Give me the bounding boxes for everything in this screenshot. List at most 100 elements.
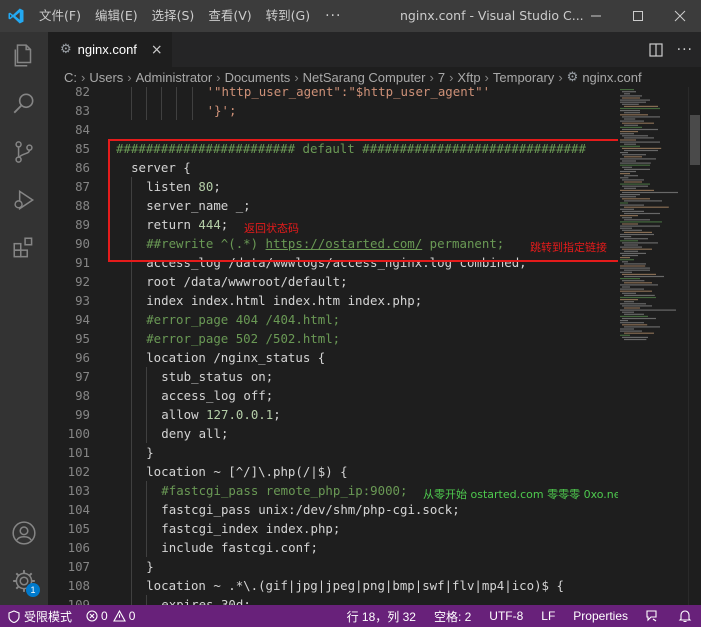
gear-file-icon: ⚙ (60, 42, 72, 57)
indent-guide (131, 557, 133, 576)
warning-icon (112, 610, 126, 622)
code-line[interactable]: 93 index index.html index.htm index.php; (48, 291, 618, 310)
activity-bar: 1 (0, 32, 48, 605)
indentation[interactable]: 空格: 2 (425, 605, 480, 627)
code-line[interactable]: 98 access_log off; (48, 386, 618, 405)
source-control-button[interactable] (0, 128, 48, 176)
code-line[interactable]: 92 root /data/wwwroot/default; (48, 272, 618, 291)
maximize-button[interactable] (617, 0, 659, 32)
indent-guide (131, 386, 133, 405)
breadcrumb-item[interactable]: 7 (438, 70, 445, 85)
minimap-line (624, 181, 642, 183)
breadcrumb-item[interactable]: C: (64, 70, 77, 85)
minimap[interactable] (618, 87, 688, 605)
manage-button[interactable]: 1 (0, 557, 48, 605)
code-line[interactable]: 96 location /nginx_status { (48, 348, 618, 367)
code-line[interactable]: 97 stub_status on; (48, 367, 618, 386)
breadcrumb-item[interactable]: Administrator (136, 70, 213, 85)
breadcrumb-item[interactable]: NetSarang Computer (303, 70, 426, 85)
code-line[interactable]: 83 '}'; (48, 101, 618, 120)
indent-guide (146, 101, 148, 120)
minimap-line (620, 177, 629, 179)
gear-file-icon: ⚙ (566, 69, 579, 84)
language-mode[interactable]: Properties (564, 605, 637, 627)
minimap-line (620, 328, 634, 330)
line-number: 102 (67, 464, 90, 479)
code-token: #fastcgi_pass remote_php_ip:9000; (161, 483, 408, 498)
code-line[interactable]: 82 '"http_user_agent":"$http_user_agent"' (48, 87, 618, 101)
minimap-line (622, 286, 630, 288)
end-of-line[interactable]: LF (532, 605, 564, 627)
minimap-line (624, 275, 664, 278)
code-text: } (146, 443, 153, 462)
code-line[interactable]: 108 location ~ .*\.(gif|jpg|jpeg|png|bmp|… (48, 576, 618, 595)
code-line[interactable]: 102 location ~ [^/]\.php(/|$) { (48, 462, 618, 481)
menu-go[interactable]: 转到(G) (259, 0, 317, 32)
minimap-line (622, 217, 632, 219)
indent-guide (146, 386, 148, 405)
run-debug-button[interactable] (0, 176, 48, 224)
indent-guide (131, 481, 133, 500)
menu-selection[interactable]: 选择(S) (145, 0, 202, 32)
restricted-mode-indicator[interactable]: 受限模式 (0, 605, 81, 627)
minimap-line (622, 292, 636, 294)
scrollbar-thumb[interactable] (690, 115, 700, 165)
tab-nginx-conf[interactable]: ⚙ nginx.conf × (48, 32, 172, 67)
minimap-line (622, 185, 648, 187)
code-text: include fastcgi.conf; (161, 538, 318, 557)
code-line[interactable]: 101} (48, 443, 618, 462)
menu-more-button[interactable]: ··· (317, 8, 349, 24)
search-button[interactable] (0, 80, 48, 128)
minimize-button[interactable] (575, 0, 617, 32)
explorer-button[interactable] (0, 32, 48, 80)
minimap-line (622, 179, 644, 181)
split-editor-icon[interactable] (649, 42, 663, 57)
encoding[interactable]: UTF-8 (480, 605, 532, 627)
breadcrumb-item[interactable]: Documents (225, 70, 291, 85)
tab-close-button[interactable]: × (151, 42, 163, 58)
minimap-line (620, 221, 662, 223)
minimap-line (620, 236, 632, 238)
code-line[interactable]: 104 fastcgi_pass unix:/dev/shm/php-cgi.so… (48, 500, 618, 519)
minimap-line (620, 303, 646, 305)
minimap-line (620, 99, 650, 101)
notifications-button[interactable] (669, 605, 701, 627)
title-bar: 文件(F) 编辑(E) 选择(S) 查看(V) 转到(G) ··· nginx.… (0, 0, 701, 32)
menu-edit[interactable]: 编辑(E) (88, 0, 145, 32)
breadcrumb-item[interactable]: Xftp (457, 70, 480, 85)
code-line[interactable]: 100 deny all; (48, 424, 618, 443)
code-line[interactable]: 105 fastcgi_index index.php; (48, 519, 618, 538)
problems-indicator[interactable]: 0 0 (80, 605, 141, 627)
minimap-line (622, 311, 634, 313)
minimap-line (622, 122, 654, 124)
code-line[interactable]: 84 (48, 120, 618, 139)
menu-view[interactable]: 查看(V) (201, 0, 258, 32)
code-line[interactable]: 95 #error_page 502 /502.html; (48, 329, 618, 348)
breadcrumb-item[interactable]: Temporary (493, 70, 554, 85)
code-text: } (146, 557, 153, 576)
close-window-button[interactable] (659, 0, 701, 32)
accounts-button[interactable] (0, 509, 48, 557)
code-token: location /nginx_status { (146, 350, 326, 365)
minimap-line (620, 290, 652, 292)
indent-guide (131, 291, 133, 310)
menu-file[interactable]: 文件(F) (32, 0, 88, 32)
minimap-line (622, 191, 678, 194)
minimap-line (624, 282, 652, 284)
minimap-line (622, 147, 662, 149)
breadcrumb-item-file[interactable]: nginx.conf (582, 70, 641, 85)
minimap-line (622, 116, 660, 118)
more-actions-icon[interactable]: ··· (677, 42, 693, 58)
cursor-position[interactable]: 行 18，列 32 (338, 605, 425, 627)
indent-guide (131, 443, 133, 462)
code-line[interactable]: 99 allow 127.0.0.1; (48, 405, 618, 424)
feedback-button[interactable] (637, 605, 669, 627)
minimap-line (624, 149, 658, 152)
code-line[interactable]: 109 expires 30d; (48, 595, 618, 605)
code-line[interactable]: 107} (48, 557, 618, 576)
code-line[interactable]: 94 #error_page 404 /404.html; (48, 310, 618, 329)
extensions-button[interactable] (0, 224, 48, 272)
code-line[interactable]: 106 include fastcgi.conf; (48, 538, 618, 557)
indent-guide (131, 87, 133, 101)
breadcrumb-item[interactable]: Users (89, 70, 123, 85)
